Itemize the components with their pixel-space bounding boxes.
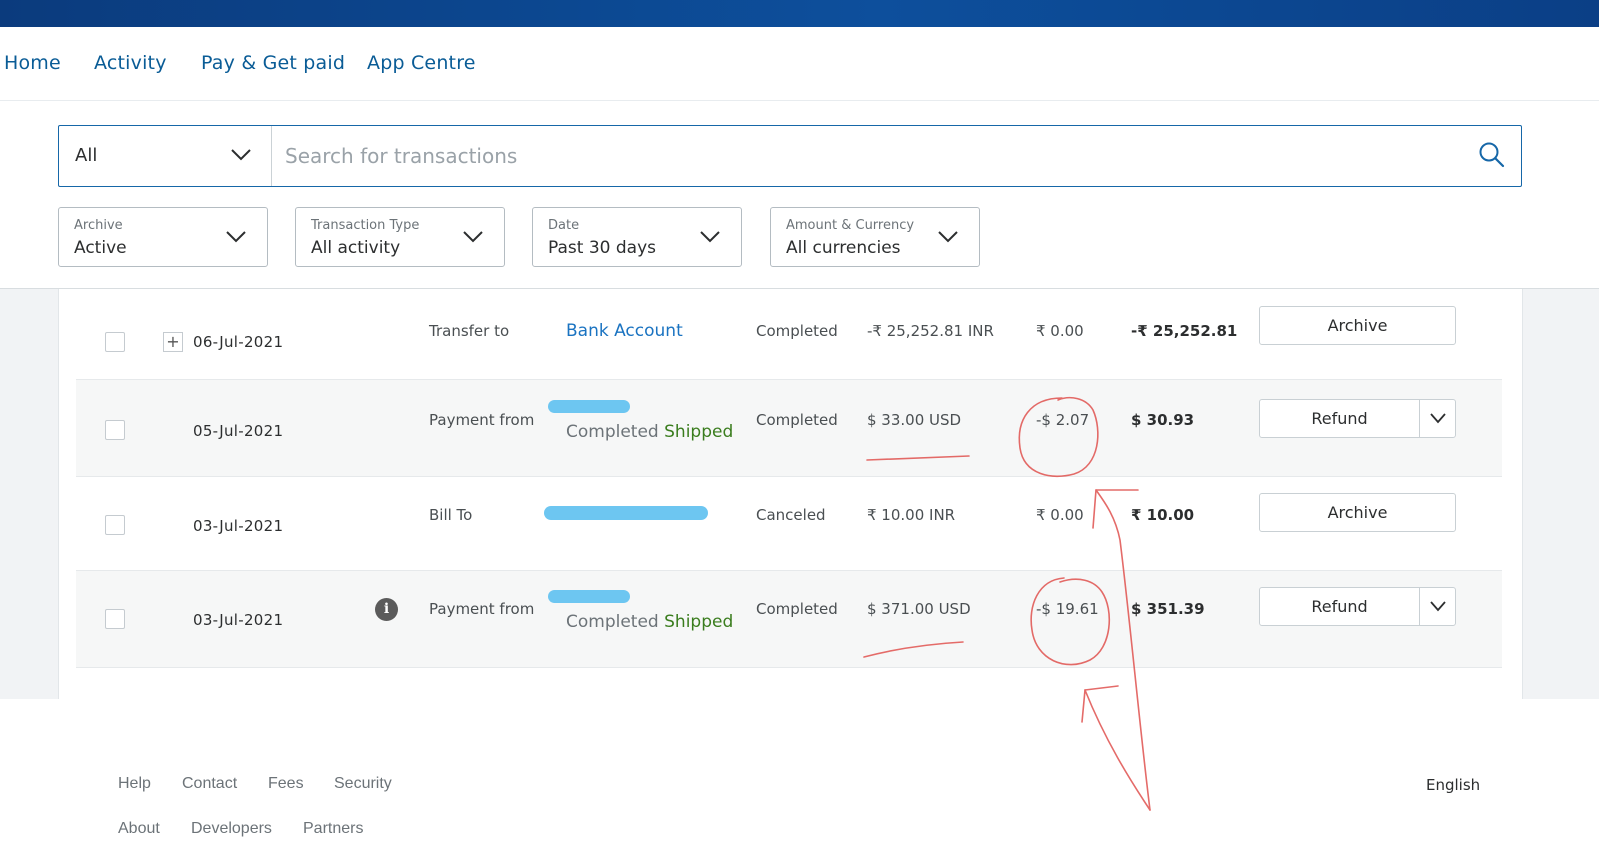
filter-amount-currency[interactable]: Amount & Currency All currencies [770, 207, 980, 267]
filter-date[interactable]: Date Past 30 days [532, 207, 742, 267]
info-icon[interactable]: i [375, 598, 398, 621]
row-gross: $ 33.00 USD [867, 411, 962, 429]
row-date: 03-Jul-2021 [193, 611, 284, 629]
row-date: 03-Jul-2021 [193, 517, 284, 535]
filter-archive-value: Active [74, 238, 127, 258]
search-input[interactable] [273, 127, 1443, 185]
arrow-annotation [1084, 689, 1151, 811]
row-status: Completed [756, 322, 838, 340]
footer-link-security[interactable]: Security [334, 775, 392, 793]
row-sub-status: Completed Shipped [566, 612, 733, 632]
chevron-down-icon [231, 149, 251, 161]
sub-status-text: Completed [566, 612, 659, 632]
row-status: Canceled [756, 506, 826, 524]
filter-date-value: Past 30 days [548, 238, 656, 258]
nav-home[interactable]: Home [4, 52, 61, 74]
footer-link-help[interactable]: Help [118, 775, 151, 793]
search-bar: All [58, 125, 1522, 187]
table-row[interactable]: + 06-Jul-2021 Transfer to Bank Account C… [76, 295, 1502, 391]
filter-archive-label: Archive [74, 218, 123, 233]
archive-button[interactable]: Archive [1259, 306, 1456, 345]
archive-button[interactable]: Archive [1259, 493, 1456, 532]
redacted-party-name [544, 506, 708, 520]
row-fee: -$ 19.61 [1036, 600, 1099, 618]
refund-split-button: Refund [1259, 399, 1456, 438]
row-type: Payment from [429, 411, 535, 429]
row-date: 06-Jul-2021 [193, 333, 284, 351]
row-sub-status: Completed Shipped [566, 422, 733, 442]
refund-split-button: Refund [1259, 587, 1456, 626]
row-net: -₹ 25,252.81 [1131, 322, 1238, 340]
filter-amount-currency-value: All currencies [786, 238, 901, 258]
redacted-party-name [548, 400, 630, 413]
refund-button-label: Refund [1311, 409, 1368, 428]
shipping-status: Shipped [664, 612, 734, 632]
chevron-down-icon [938, 231, 958, 243]
archive-button-label: Archive [1327, 503, 1388, 522]
search-scope-value: All [75, 145, 98, 166]
chevron-down-icon [1430, 413, 1446, 424]
footer-link-contact[interactable]: Contact [182, 775, 237, 793]
chevron-down-icon [700, 231, 720, 243]
refund-button-label: Refund [1311, 597, 1368, 616]
row-type: Bill To [429, 506, 473, 524]
archive-button-label: Archive [1327, 316, 1388, 335]
footer-link-fees[interactable]: Fees [268, 775, 304, 793]
chevron-down-icon [226, 231, 246, 243]
row-fee: ₹ 0.00 [1036, 506, 1084, 524]
table-row[interactable]: 05-Jul-2021 Payment from Completed Shipp… [76, 380, 1502, 476]
language-selector[interactable]: English [1426, 776, 1480, 794]
row-type: Transfer to [429, 322, 510, 340]
row-checkbox[interactable] [105, 609, 125, 629]
chevron-down-icon [1430, 601, 1446, 612]
footer-link-about[interactable]: About [118, 820, 160, 838]
filter-transaction-type[interactable]: Transaction Type All activity [295, 207, 505, 267]
sub-status-text: Completed [566, 422, 659, 442]
row-checkbox[interactable] [105, 515, 125, 535]
filter-date-label: Date [548, 218, 580, 233]
row-date: 05-Jul-2021 [193, 422, 284, 440]
row-fee: ₹ 0.00 [1036, 322, 1084, 340]
row-status: Completed [756, 600, 838, 618]
row-fee: -$ 2.07 [1036, 411, 1090, 429]
filter-transaction-type-label: Transaction Type [311, 218, 420, 233]
row-divider [76, 667, 1502, 668]
more-actions-dropdown[interactable] [1419, 588, 1455, 625]
refund-button[interactable]: Refund [1260, 400, 1419, 437]
main-nav: Home Activity Pay & Get paid App Centre [0, 27, 1599, 101]
filter-transaction-type-value: All activity [311, 238, 401, 258]
nav-activity[interactable]: Activity [94, 52, 167, 74]
row-checkbox[interactable] [105, 332, 125, 352]
row-party-link[interactable]: Bank Account [566, 321, 683, 341]
search-icon[interactable] [1478, 141, 1506, 169]
more-actions-dropdown[interactable] [1419, 400, 1455, 437]
row-type: Payment from [429, 600, 535, 618]
nav-pay-get-paid[interactable]: Pay & Get paid [201, 52, 345, 74]
top-header-bar [0, 0, 1599, 27]
expand-icon[interactable]: + [163, 332, 183, 352]
chevron-down-icon [463, 231, 483, 243]
row-net: $ 351.39 [1131, 600, 1205, 618]
footer-link-partners[interactable]: Partners [303, 820, 363, 838]
row-gross: -₹ 25,252.81 INR [867, 322, 994, 340]
table-row[interactable]: 03-Jul-2021 Bill To Canceled ₹ 10.00 INR… [76, 477, 1502, 573]
filter-amount-currency-label: Amount & Currency [786, 218, 915, 233]
shipping-status: Shipped [664, 422, 734, 442]
footer-link-developers[interactable]: Developers [191, 820, 272, 838]
row-status: Completed [756, 411, 838, 429]
refund-button[interactable]: Refund [1260, 588, 1419, 625]
search-scope-select[interactable]: All [59, 126, 272, 186]
nav-app-centre[interactable]: App Centre [367, 52, 476, 74]
row-net: ₹ 10.00 [1131, 506, 1195, 524]
table-row[interactable]: 03-Jul-2021 i Payment from Completed Shi… [76, 571, 1502, 667]
row-gross: $ 371.00 USD [867, 600, 971, 618]
row-gross: ₹ 10.00 INR [867, 506, 956, 524]
row-checkbox[interactable] [105, 420, 125, 440]
filter-archive[interactable]: Archive Active [58, 207, 268, 267]
row-net: $ 30.93 [1131, 411, 1195, 429]
redacted-party-name [548, 590, 630, 603]
